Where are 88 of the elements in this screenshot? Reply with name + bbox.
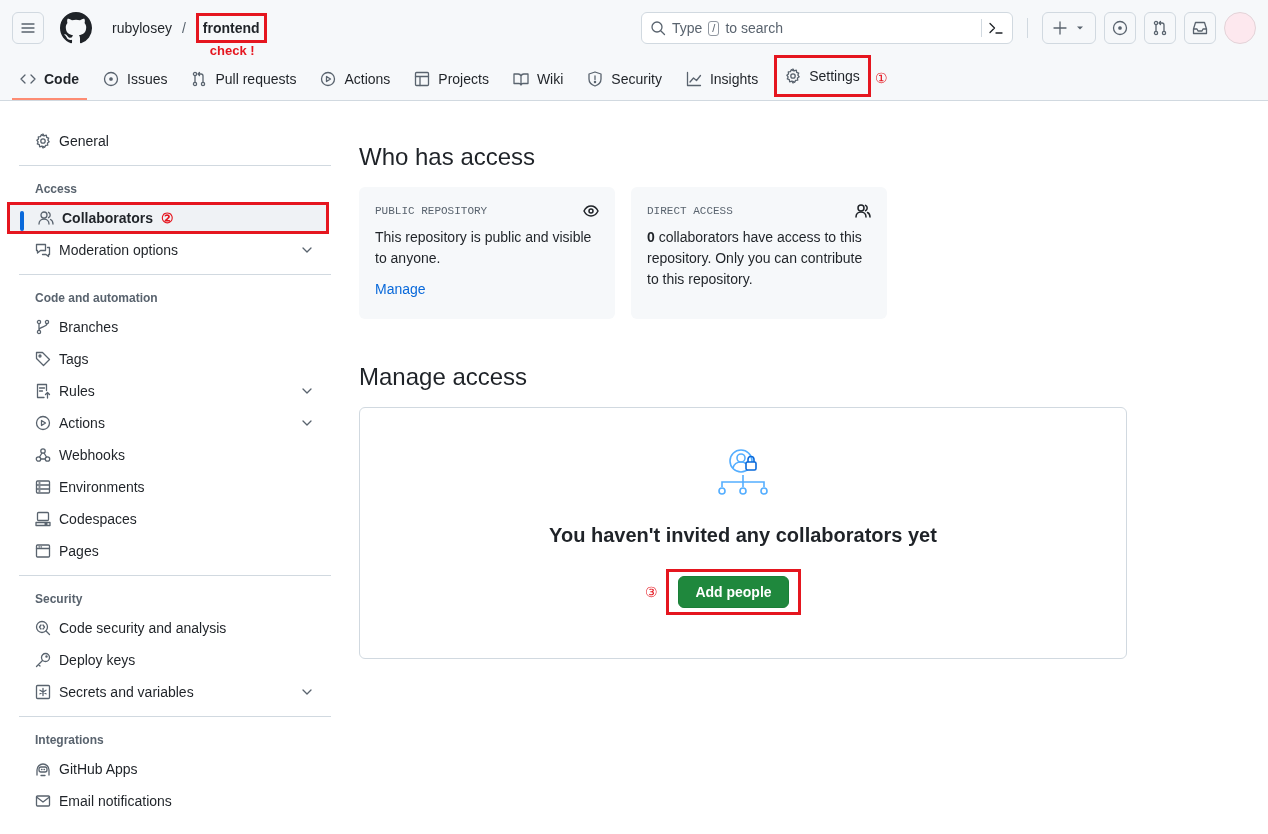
- tag-icon: [35, 351, 51, 367]
- play-icon: [320, 71, 337, 87]
- sidebar-item[interactable]: Moderation options: [19, 234, 331, 266]
- asterisk-icon: [35, 684, 51, 700]
- sidebar-item[interactable]: Secrets and variables: [19, 676, 331, 708]
- search-icon: [650, 20, 666, 36]
- nav-tab[interactable]: Projects: [406, 60, 497, 100]
- plus-icon: [1052, 20, 1068, 36]
- server-icon: [35, 479, 51, 495]
- comment-icon: [35, 242, 51, 258]
- create-new-button[interactable]: [1042, 12, 1096, 44]
- nav-tab[interactable]: Settings: [774, 55, 871, 97]
- add-people-button[interactable]: Add people: [678, 576, 789, 608]
- circle-dot-icon: [103, 71, 119, 87]
- nav-tab[interactable]: Issues: [95, 60, 176, 100]
- sidebar-item[interactable]: Rules: [19, 375, 331, 407]
- mail-icon: [35, 793, 51, 809]
- search-placeholder: to search: [725, 20, 783, 36]
- card-text: 0 collaborators have access to this repository. Only you can contribute to this repository.: [647, 228, 864, 289]
- terminal-icon: [988, 20, 1004, 36]
- nav-tab[interactable]: Code: [12, 60, 87, 100]
- nav-tab[interactable]: Actions: [312, 60, 399, 100]
- sidebar-item[interactable]: Email notifications: [19, 785, 331, 817]
- pull-request-icon: [1152, 20, 1168, 36]
- card-heading: DIRECT ACCESS: [647, 205, 733, 217]
- selection-bar: [20, 211, 24, 231]
- table-icon: [414, 71, 431, 87]
- browser-window-icon: [35, 543, 51, 559]
- people-icon: [38, 210, 54, 226]
- annotation-number: ①: [874, 69, 888, 86]
- path-separator: /: [181, 20, 186, 36]
- pull-request-icon: [191, 71, 208, 87]
- shortcut-key: /: [708, 20, 720, 36]
- issues-button[interactable]: [1104, 12, 1136, 44]
- sidebar-item[interactable]: Pages: [19, 535, 331, 567]
- owner-link[interactable]: rubylosey: [112, 20, 172, 36]
- shield-icon: [587, 71, 604, 87]
- issues-icon: [1112, 20, 1128, 36]
- section-heading: Integrations: [34, 732, 105, 749]
- sidebar-item[interactable]: Collaborators ②: [7, 202, 329, 234]
- menu-button[interactable]: [12, 12, 44, 44]
- empty-state-message: You haven't invited any collaborators yet: [549, 524, 937, 547]
- card-text: This repository is public and visible to anyone.: [375, 228, 593, 268]
- settings-icon: [785, 68, 802, 84]
- sidebar-item[interactable]: Webhooks: [19, 439, 331, 471]
- book-icon: [512, 71, 529, 87]
- annotation-number: ③: [645, 584, 659, 600]
- sidebar-item[interactable]: Branches: [19, 311, 331, 343]
- annotation-text: check !: [209, 43, 255, 58]
- branch-icon: [35, 319, 51, 335]
- nav-tab[interactable]: Insights: [677, 60, 767, 100]
- menu-icon: [20, 20, 36, 36]
- eye-icon: [583, 203, 599, 219]
- code-scan-icon: [35, 620, 51, 636]
- nav-tab[interactable]: Pull requests: [183, 60, 305, 100]
- rules-icon: [35, 383, 51, 399]
- section-heading: Access: [34, 181, 79, 198]
- key-icon: [35, 652, 51, 668]
- play-icon: [35, 415, 51, 431]
- section-title: Who has access: [359, 143, 537, 171]
- sidebar-item[interactable]: Tags: [19, 343, 331, 375]
- robot-icon: [35, 761, 51, 777]
- pull-requests-button[interactable]: [1144, 12, 1176, 44]
- graph-icon: [685, 71, 702, 87]
- sidebar-item[interactable]: Codespaces: [19, 503, 331, 535]
- sidebar-item[interactable]: GitHub Apps: [19, 753, 331, 785]
- sidebar-item[interactable]: General: [19, 125, 331, 157]
- laptop-icon: [35, 511, 51, 527]
- inbox-icon: [1192, 20, 1208, 36]
- sidebar-item[interactable]: Deploy keys: [19, 644, 331, 676]
- people-icon: [855, 203, 871, 219]
- cat-logo-icon[interactable]: [60, 12, 92, 44]
- sidebar-item[interactable]: Environments: [19, 471, 331, 503]
- sidebar-item[interactable]: Actions: [19, 407, 331, 439]
- search-placeholder: Type: [672, 20, 703, 36]
- section-heading: Code and automation: [34, 290, 159, 307]
- sidebar-item[interactable]: Code security and analysis: [19, 612, 331, 644]
- repo-name-link[interactable]: frontend: [195, 13, 267, 43]
- card-heading: PUBLIC REPOSITORY: [375, 205, 488, 217]
- settings-icon: [35, 133, 51, 149]
- nav-tab[interactable]: Wiki: [504, 60, 572, 100]
- section-heading: Security: [34, 591, 84, 608]
- inbox-button[interactable]: [1184, 12, 1216, 44]
- section-title: Manage access: [359, 363, 529, 391]
- manage-link[interactable]: Manage: [375, 281, 426, 297]
- nav-tab[interactable]: Security: [579, 60, 670, 100]
- webhook-icon: [35, 447, 51, 463]
- search-field[interactable]: Type / to search: [641, 12, 1013, 44]
